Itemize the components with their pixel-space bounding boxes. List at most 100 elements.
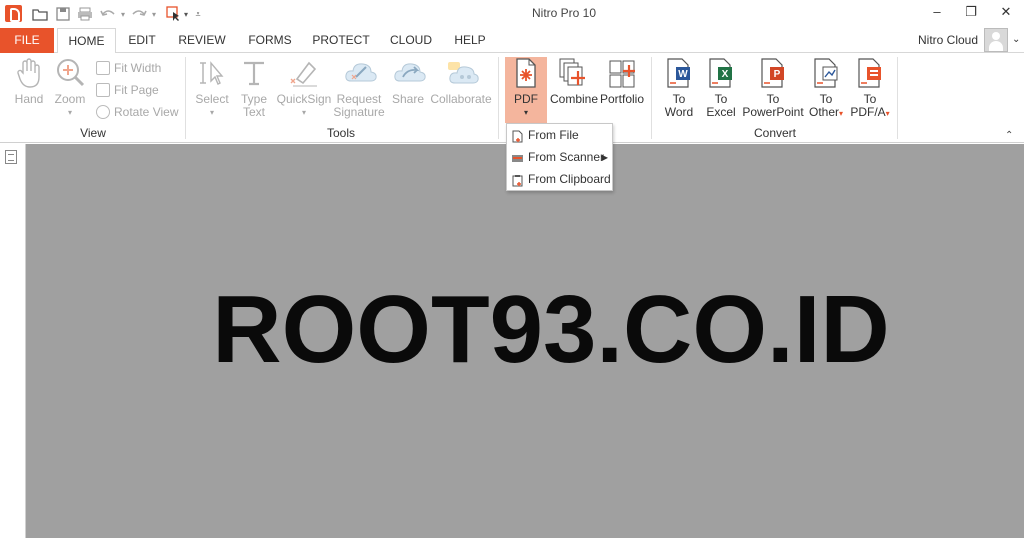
quicksign-dropdown-icon: ▾ — [301, 108, 306, 117]
request-signature-label-1: Request — [336, 92, 382, 106]
group-divider — [185, 57, 186, 139]
select-cursor-icon — [197, 57, 227, 89]
submenu-arrow-icon: ▶ — [601, 153, 608, 162]
select-label: Select — [195, 92, 229, 106]
tab-edit[interactable]: EDIT — [124, 28, 160, 53]
convert-group-label: Convert — [753, 126, 797, 140]
tab-review[interactable]: REVIEW — [176, 28, 228, 53]
nitro-cloud-label[interactable]: Nitro Cloud — [918, 33, 978, 47]
to-other-button[interactable]: To Other▾ — [805, 57, 847, 120]
tab-file[interactable]: FILE — [0, 28, 54, 53]
group-divider — [897, 57, 898, 139]
to-pdfa-button[interactable]: To PDF/A▾ — [848, 57, 892, 120]
chevron-down-icon[interactable]: ⌄ — [1012, 34, 1020, 45]
collaborate-cloud-icon — [446, 57, 479, 89]
to-powerpoint-label-1: To — [766, 92, 780, 106]
to-excel-label-1: To — [714, 92, 728, 106]
svg-text:W: W — [678, 69, 688, 80]
document-canvas[interactable]: ROOT93.CO.ID — [26, 144, 1024, 538]
collapse-ribbon-icon[interactable]: ⌃ — [1005, 130, 1013, 141]
new-pdf-icon — [511, 57, 541, 89]
pages-panel-icon[interactable] — [5, 150, 17, 164]
pdf-button[interactable]: PDF ▾ — [505, 57, 547, 119]
hand-label: Hand — [14, 92, 44, 106]
minimize-button[interactable]: – — [923, 4, 951, 22]
combine-label: Combine — [550, 92, 599, 106]
quicksign-button[interactable]: QuickSign ▾ — [276, 57, 332, 119]
clipboard-icon — [511, 173, 524, 187]
request-signature-label-2: Signature — [333, 105, 385, 119]
type-text-icon — [239, 57, 269, 89]
from-clipboard-label: From Clipboard — [528, 172, 611, 186]
restore-button[interactable]: ❐ — [957, 4, 985, 22]
document-text: ROOT93.CO.ID — [212, 276, 890, 383]
tab-home[interactable]: HOME — [57, 28, 116, 54]
to-word-button[interactable]: W To Word — [660, 57, 698, 119]
rotate-view-button[interactable]: Rotate View — [96, 103, 178, 121]
select-button[interactable]: Select ▾ — [192, 57, 232, 119]
menu-item-from-clipboard[interactable]: From Clipboard — [507, 169, 612, 190]
avatar[interactable] — [984, 28, 1008, 52]
combine-button[interactable]: Combine — [550, 57, 599, 106]
navigation-pane — [0, 144, 26, 538]
file-icon — [511, 129, 524, 143]
share-button[interactable]: Share — [388, 57, 428, 106]
close-button[interactable]: ✕ — [992, 4, 1020, 22]
portfolio-icon — [607, 57, 637, 89]
tools-group-label: Tools — [326, 126, 355, 140]
share-cloud-icon — [393, 57, 426, 89]
hand-button[interactable]: Hand — [10, 57, 48, 106]
select-dropdown-icon: ▾ — [209, 108, 214, 117]
request-signature-button[interactable]: Request Signature — [332, 57, 386, 119]
zoom-label: Zoom — [54, 92, 86, 106]
fit-width-label: Fit Width — [114, 61, 162, 75]
menu-item-from-scanner[interactable]: From Scanner ▶ — [507, 147, 612, 168]
to-pdfa-dropdown-icon: ▾ — [885, 109, 890, 118]
fit-page-button[interactable]: Fit Page — [96, 81, 159, 99]
pdfa-icon — [855, 57, 885, 89]
share-label: Share — [391, 92, 425, 106]
type-text-label-1: Type — [240, 92, 267, 106]
menu-item-from-file[interactable]: From File — [507, 125, 612, 146]
fit-page-icon — [96, 83, 110, 97]
zoom-button[interactable]: Zoom ▾ — [52, 57, 88, 119]
window-title: Nitro Pro 10 — [531, 6, 597, 20]
hand-icon — [14, 57, 44, 89]
portfolio-button[interactable]: Portfolio — [598, 57, 646, 106]
scanner-icon — [511, 151, 524, 164]
group-divider — [498, 57, 499, 139]
to-other-label-1: To — [819, 92, 833, 106]
pen-sign-icon — [289, 57, 319, 89]
cloud-sign-icon — [344, 57, 377, 89]
type-text-button[interactable]: Type Text — [236, 57, 272, 119]
to-powerpoint-button[interactable]: P To PowerPoint — [742, 57, 804, 119]
svg-text:P: P — [774, 69, 781, 80]
tab-forms[interactable]: FORMS — [245, 28, 295, 53]
tab-help[interactable]: HELP — [452, 28, 488, 53]
ribbon-tabs: FILE HOME EDIT REVIEW FORMS PROTECT CLOU… — [0, 28, 1024, 54]
excel-icon: X — [706, 57, 736, 89]
powerpoint-icon: P — [758, 57, 788, 89]
to-pdfa-label-1: To — [863, 92, 877, 106]
tab-protect[interactable]: PROTECT — [312, 28, 370, 53]
rotate-icon — [96, 105, 110, 119]
fit-width-icon — [96, 61, 110, 75]
fit-width-button[interactable]: Fit Width — [96, 59, 161, 77]
rotate-view-label: Rotate View — [114, 105, 179, 119]
view-group-label: View — [80, 126, 106, 140]
combine-icon — [558, 57, 588, 89]
to-other-label-2: Other — [808, 105, 839, 119]
zoom-icon — [55, 57, 85, 89]
svg-text:X: X — [722, 69, 729, 80]
other-format-icon — [811, 57, 841, 89]
to-other-dropdown-icon: ▾ — [839, 109, 844, 118]
tab-cloud[interactable]: CLOUD — [386, 28, 436, 53]
type-text-label-2: Text — [242, 105, 265, 119]
portfolio-label: Portfolio — [599, 92, 645, 106]
to-powerpoint-label-2: PowerPoint — [742, 105, 804, 119]
to-excel-button[interactable]: X To Excel — [702, 57, 740, 119]
to-pdfa-label-2: PDF/A — [850, 105, 886, 119]
group-divider — [651, 57, 652, 139]
collaborate-button[interactable]: Collaborate — [430, 57, 492, 106]
pdf-dropdown-icon: ▾ — [523, 108, 528, 117]
